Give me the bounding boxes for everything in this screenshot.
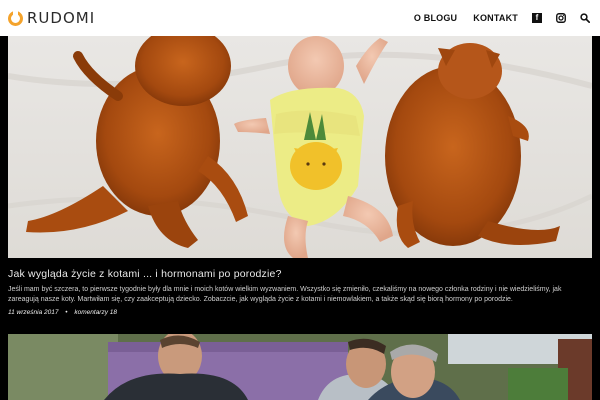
site-logo[interactable]: RUDOMI [8, 9, 95, 27]
search-icon[interactable] [580, 13, 590, 23]
article-date: 11 września 2017 [8, 309, 59, 316]
article-meta: 11 września 2017 • komentarzy 18 [8, 309, 117, 316]
site-header: RUDOMI O BLOGU KONTAKT f [0, 0, 600, 36]
article-comments-link[interactable]: komentarzy 18 [74, 309, 117, 316]
featured-image-illustration [8, 36, 592, 258]
article-excerpt: Jeśli mam być szczera, to pierwsze tygod… [8, 286, 562, 303]
logo-icon [8, 9, 23, 26]
featured-image-baby-with-cats[interactable] [8, 36, 592, 258]
facebook-icon[interactable]: f [532, 13, 542, 23]
second-article-image[interactable] [8, 334, 592, 400]
article-title[interactable]: Jak wygląda życie z kotami ... i hormona… [8, 268, 592, 280]
left-cat [26, 36, 248, 248]
second-image-illustration [8, 334, 592, 400]
instagram-icon[interactable] [556, 13, 566, 23]
meta-separator: • [65, 309, 68, 316]
nav-item-about[interactable]: O BLOGU [414, 13, 457, 23]
nav-item-contact[interactable]: KONTAKT [473, 13, 518, 23]
logo-text: RUDOMI [27, 9, 96, 27]
main-nav: O BLOGU KONTAKT f [398, 13, 590, 23]
